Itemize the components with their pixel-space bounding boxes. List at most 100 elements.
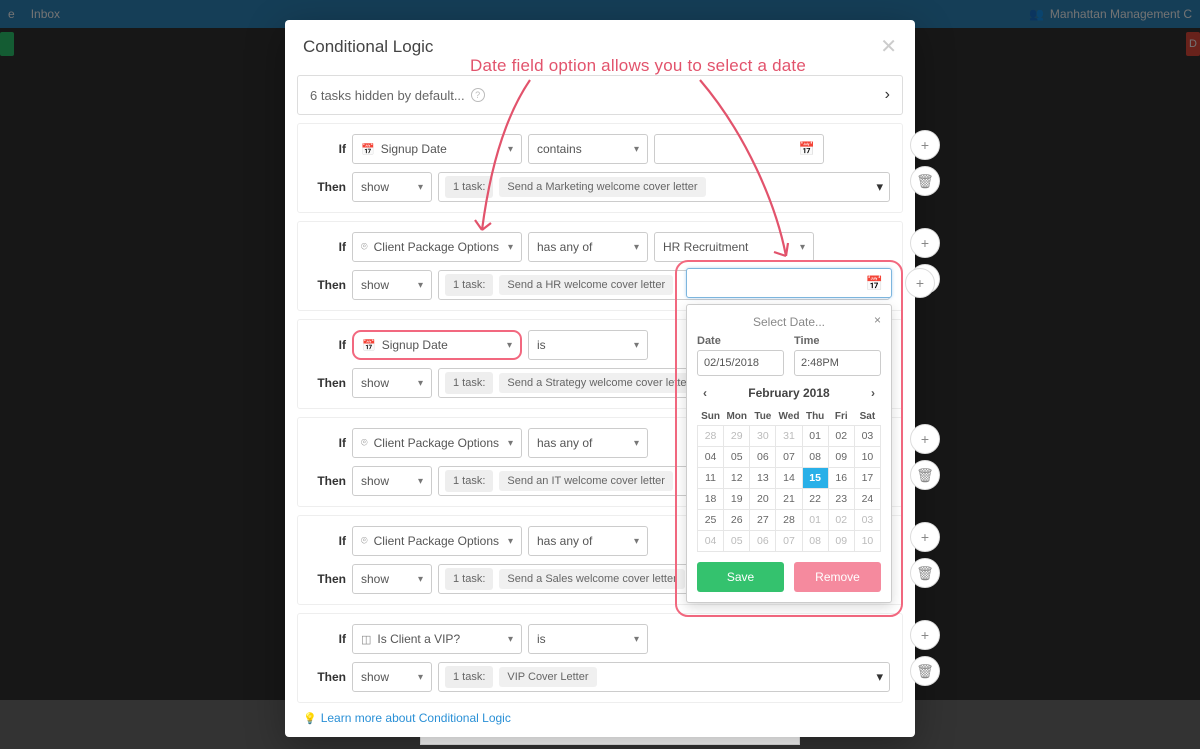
field-name: Client Package Options bbox=[374, 240, 499, 254]
operator-dropdown[interactable]: has any of▾ bbox=[528, 526, 648, 556]
calendar-day[interactable]: 07 bbox=[776, 531, 802, 552]
action-dropdown[interactable]: show▾ bbox=[352, 564, 432, 594]
action-text: show bbox=[361, 474, 389, 488]
calendar-day[interactable]: 09 bbox=[828, 447, 854, 468]
action-text: show bbox=[361, 670, 389, 684]
calendar-day[interactable]: 13 bbox=[750, 468, 776, 489]
operator-dropdown[interactable]: has any of▾ bbox=[528, 428, 648, 458]
calendar-day[interactable]: 26 bbox=[724, 510, 750, 531]
field-dropdown[interactable]: 📅Signup Date▾ bbox=[352, 134, 522, 164]
action-dropdown[interactable]: show▾ bbox=[352, 368, 432, 398]
date-value-input[interactable]: 📅 bbox=[654, 134, 824, 164]
calendar-day[interactable]: 21 bbox=[776, 489, 802, 510]
calendar-day[interactable]: 15 bbox=[802, 468, 828, 489]
calendar-day[interactable]: 28 bbox=[698, 426, 724, 447]
operator-dropdown[interactable]: is▾ bbox=[528, 624, 648, 654]
add-rule-button[interactable]: + bbox=[910, 228, 940, 258]
next-month-button[interactable]: › bbox=[865, 384, 881, 402]
calendar-day[interactable]: 03 bbox=[854, 510, 880, 531]
rule: If📅Signup Date▾contains▾📅Thenshow▾1 task… bbox=[297, 123, 903, 213]
calendar-day[interactable]: 03 bbox=[854, 426, 880, 447]
field-dropdown[interactable]: ⌾Client Package Options▾ bbox=[352, 526, 522, 556]
field-dropdown[interactable]: ◫Is Client a VIP?▾ bbox=[352, 624, 522, 654]
tasks-dropdown[interactable]: 1 task:Send a Marketing welcome cover le… bbox=[438, 172, 890, 202]
prev-month-button[interactable]: ‹ bbox=[697, 384, 713, 402]
action-dropdown[interactable]: show▾ bbox=[352, 270, 432, 300]
calendar-day[interactable]: 28 bbox=[776, 510, 802, 531]
operator-dropdown[interactable]: is▾ bbox=[528, 330, 648, 360]
delete-rule-button[interactable]: 🗑 bbox=[910, 656, 940, 686]
action-dropdown[interactable]: show▾ bbox=[352, 172, 432, 202]
field-dropdown[interactable]: ⌾Client Package Options▾ bbox=[352, 232, 522, 262]
calendar-day[interactable]: 16 bbox=[828, 468, 854, 489]
calendar-day[interactable]: 09 bbox=[828, 531, 854, 552]
calendar-day[interactable]: 30 bbox=[750, 426, 776, 447]
add-rule-button[interactable]: + bbox=[910, 130, 940, 160]
calendar-day[interactable]: 01 bbox=[802, 426, 828, 447]
operator-dropdown[interactable]: has any of▾ bbox=[528, 232, 648, 262]
calendar-day[interactable]: 12 bbox=[724, 468, 750, 489]
operator-dropdown[interactable]: contains▾ bbox=[528, 134, 648, 164]
calendar-day[interactable]: 11 bbox=[698, 468, 724, 489]
calendar-day[interactable]: 02 bbox=[828, 426, 854, 447]
calendar-day[interactable]: 25 bbox=[698, 510, 724, 531]
calendar-day[interactable]: 08 bbox=[802, 447, 828, 468]
action-dropdown[interactable]: show ▾ bbox=[352, 662, 432, 692]
picker-save-button[interactable]: Save bbox=[697, 562, 784, 592]
value-text: HR Recruitment bbox=[663, 240, 748, 254]
value-dropdown[interactable]: HR Recruitment▾ bbox=[654, 232, 814, 262]
help-icon[interactable]: ? bbox=[471, 88, 485, 102]
calendar-day[interactable]: 29 bbox=[724, 426, 750, 447]
calendar-day[interactable]: 14 bbox=[776, 468, 802, 489]
calendar-day[interactable]: 05 bbox=[724, 531, 750, 552]
action-dropdown[interactable]: show▾ bbox=[352, 466, 432, 496]
rule: If◫Is Client a VIP?▾is▾Thenshow▾1 task:V… bbox=[297, 613, 903, 703]
calendar-icon: 📅 bbox=[799, 141, 815, 157]
calendar-day[interactable]: 06 bbox=[750, 531, 776, 552]
calendar-day[interactable]: 04 bbox=[698, 531, 724, 552]
operator-text: has any of bbox=[537, 240, 592, 254]
add-rule-button[interactable]: + bbox=[910, 620, 940, 650]
calendar-day[interactable]: 17 bbox=[854, 468, 880, 489]
learn-more-link[interactable]: 💡 Learn more about Conditional Logic bbox=[303, 711, 915, 725]
add-rule-button[interactable]: + bbox=[905, 268, 935, 298]
calendar-day[interactable]: 23 bbox=[828, 489, 854, 510]
then-label: Then bbox=[302, 572, 346, 586]
calendar-day[interactable]: 22 bbox=[802, 489, 828, 510]
calendar-day[interactable]: 08 bbox=[802, 531, 828, 552]
date-input[interactable]: 📅 bbox=[686, 268, 892, 298]
calendar-day[interactable]: 19 bbox=[724, 489, 750, 510]
calendar-day[interactable]: 04 bbox=[698, 447, 724, 468]
calendar-day[interactable]: 18 bbox=[698, 489, 724, 510]
calendar-day[interactable]: 10 bbox=[854, 447, 880, 468]
add-rule-button[interactable]: + bbox=[910, 424, 940, 454]
chevron-down-icon: ▾ bbox=[418, 672, 423, 683]
hidden-tasks-bar[interactable]: 6 tasks hidden by default... ? › bbox=[297, 75, 903, 115]
field-dropdown[interactable]: 📅Signup Date▾ bbox=[352, 330, 522, 360]
time-text-input[interactable] bbox=[794, 350, 881, 376]
calendar-day[interactable]: 20 bbox=[750, 489, 776, 510]
calendar-day[interactable]: 06 bbox=[750, 447, 776, 468]
calendar-day[interactable]: 10 bbox=[854, 531, 880, 552]
add-rule-button[interactable]: + bbox=[910, 522, 940, 552]
field-dropdown[interactable]: ⌾Client Package Options▾ bbox=[352, 428, 522, 458]
task-name: Send an IT welcome cover letter bbox=[499, 471, 673, 491]
calendar-day[interactable]: 01 bbox=[802, 510, 828, 531]
calendar-day[interactable]: 24 bbox=[854, 489, 880, 510]
picker-close-icon[interactable]: × bbox=[874, 313, 881, 327]
field-name: Client Package Options bbox=[374, 534, 499, 548]
delete-rule-button[interactable]: 🗑 bbox=[910, 460, 940, 490]
delete-rule-button[interactable]: 🗑 bbox=[910, 166, 940, 196]
picker-remove-button[interactable]: Remove bbox=[794, 562, 881, 592]
operator-text: has any of bbox=[537, 534, 592, 548]
close-icon[interactable]: ✕ bbox=[880, 34, 897, 59]
calendar-day[interactable]: 05 bbox=[724, 447, 750, 468]
calendar-day[interactable]: 27 bbox=[750, 510, 776, 531]
calendar-day[interactable]: 07 bbox=[776, 447, 802, 468]
calendar-day[interactable]: 02 bbox=[828, 510, 854, 531]
delete-rule-button[interactable]: 🗑 bbox=[910, 558, 940, 588]
tasks-dropdown[interactable]: 1 task:VIP Cover Letter▾ bbox=[438, 662, 890, 692]
dow-header: Mon bbox=[724, 408, 750, 426]
calendar-day[interactable]: 31 bbox=[776, 426, 802, 447]
date-text-input[interactable] bbox=[697, 350, 784, 376]
